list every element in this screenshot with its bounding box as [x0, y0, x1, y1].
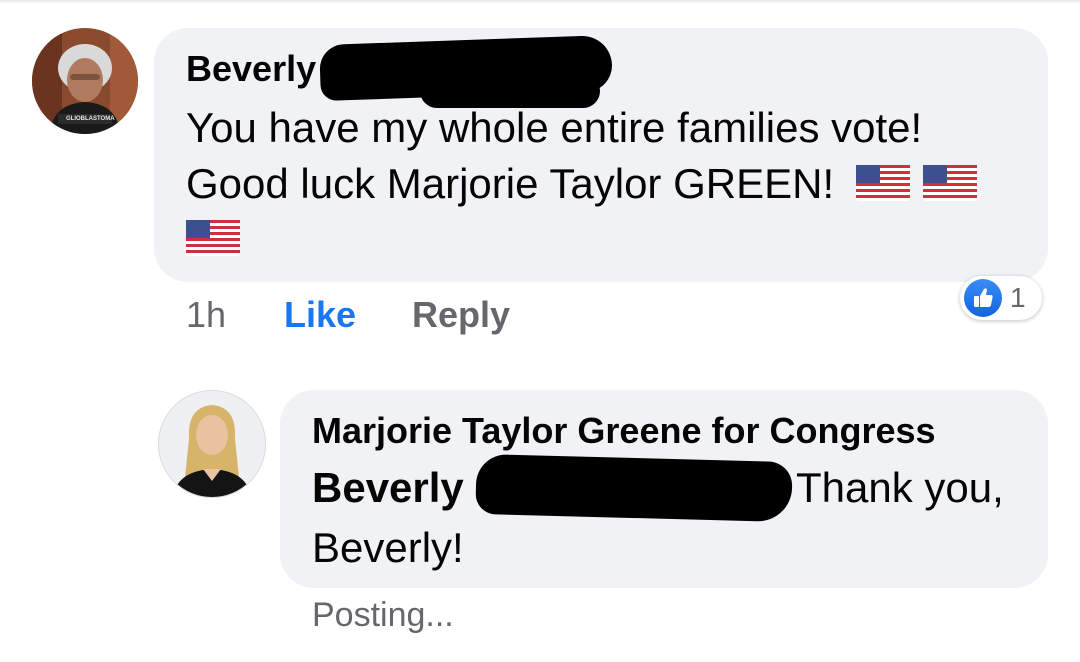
comment-author-name[interactable]: Beverly — [186, 48, 316, 90]
avatar-badge-text: GLIOBLASTOMA — [66, 116, 115, 122]
page-avatar[interactable] — [158, 390, 266, 498]
reply-author-name[interactable]: Marjorie Taylor Greene for Congress — [312, 410, 936, 452]
comment-text-line-1: You have my whole entire families vote! — [186, 104, 923, 151]
comment-text-line-3 — [186, 220, 240, 261]
us-flag-emoji — [855, 163, 910, 211]
like-button[interactable]: Like — [284, 294, 356, 336]
reply-button[interactable]: Reply — [412, 294, 510, 336]
commenter-avatar[interactable]: GLIOBLASTOMA — [32, 28, 138, 134]
reaction-count: 1 — [1010, 282, 1026, 313]
top-divider — [0, 0, 1080, 4]
posting-status: Posting... — [312, 596, 454, 634]
reply-text-after-mention: Thank you, — [796, 464, 1004, 511]
redaction-mark — [475, 453, 793, 523]
comment-timestamp[interactable]: 1h — [186, 294, 226, 336]
reply-text-line-1: Beverly — [312, 464, 464, 512]
reaction-summary[interactable]: 1 — [960, 276, 1042, 320]
us-flag-emoji — [186, 220, 240, 261]
thumbs-up-icon — [964, 279, 1002, 317]
reply-text-line-2: Beverly! — [312, 524, 464, 571]
comment-text-line-2-text: Good luck Marjorie Taylor GREEN! — [186, 160, 835, 207]
comment-text-line-2: Good luck Marjorie Taylor GREEN! — [186, 160, 978, 211]
comment-author-first-name[interactable]: Beverly — [186, 48, 316, 89]
redaction-mark-tail — [420, 74, 600, 108]
mention-tag[interactable]: Beverly — [312, 464, 464, 511]
us-flag-emoji — [923, 163, 978, 211]
